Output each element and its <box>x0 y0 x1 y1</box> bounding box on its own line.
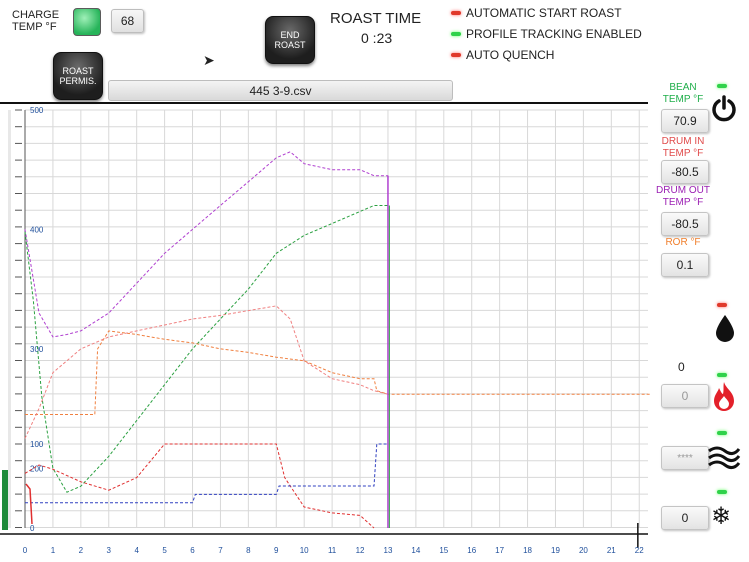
gas-input[interactable]: 0 <box>661 384 709 408</box>
drum-out-temp-label: DRUM OUT TEMP °F <box>656 185 710 208</box>
profile-tracking-label: PROFILE TRACKING ENABLED <box>466 27 642 41</box>
ror-label: ROR °F <box>665 237 701 248</box>
roast-chart: 0123456789101112131415161718192021222324… <box>0 106 650 555</box>
x-tick-label: 7 <box>218 546 223 555</box>
end-roast-button[interactable]: END ROAST <box>265 16 315 64</box>
x-tick-label: 1 <box>51 546 56 555</box>
auto-start-led-icon <box>451 11 461 15</box>
bean-temp-label: BEAN TEMP °F <box>662 82 704 105</box>
fan-led-icon <box>717 431 727 435</box>
x-tick-label: 12 <box>356 546 365 555</box>
air-flow-icon[interactable] <box>707 443 741 476</box>
series-line-0 <box>24 151 388 338</box>
gas-value: 0 <box>678 360 685 374</box>
x-tick-label: 17 <box>495 546 504 555</box>
current-trace <box>25 483 33 525</box>
file-name-field[interactable]: 445 3-9.csv <box>108 80 453 101</box>
profile-tracking-led-icon <box>451 32 461 36</box>
drum-out-temp-value: -80.5 <box>661 212 709 236</box>
x-tick-label: 13 <box>384 546 393 555</box>
x-tick-label: 6 <box>190 546 195 555</box>
x-tick-label: 0 <box>23 546 28 555</box>
x-tick-label: 10 <box>300 546 309 555</box>
quench-input[interactable]: 0 <box>661 506 709 530</box>
x-tick-label: 20 <box>579 546 588 555</box>
series-line-4 <box>24 443 375 529</box>
power-led-icon <box>717 84 727 88</box>
water-led-icon <box>717 303 727 307</box>
x-tick-label: 18 <box>523 546 532 555</box>
quench-led-icon <box>717 490 727 494</box>
fan-input[interactable]: **** <box>661 446 709 470</box>
snowflake-icon[interactable]: ❄ <box>711 505 731 529</box>
mouse-cursor-icon: ➤ <box>203 52 215 68</box>
x-tick-label: 4 <box>134 546 139 555</box>
x-tick-label: 14 <box>411 546 420 555</box>
ror-value: 0.1 <box>661 253 709 277</box>
y-tick-label: 400 <box>30 225 44 234</box>
drum-in-temp-value: -80.5 <box>661 160 709 184</box>
charge-indicator[interactable] <box>73 8 101 36</box>
flame-icon[interactable] <box>710 380 738 417</box>
auto-start-label: AUTOMATIC START ROAST <box>466 6 622 20</box>
roast-permis-button[interactable]: ROAST PERMIS. <box>53 52 103 100</box>
roast-time-value: 0 :23 <box>361 30 393 46</box>
x-tick-label: 15 <box>439 546 448 555</box>
x-tick-label: 8 <box>246 546 251 555</box>
charge-temp-input[interactable]: 68 <box>111 9 144 33</box>
x-tick-label: 22 <box>635 546 644 555</box>
series-line-1 <box>24 205 388 493</box>
y-tick-label: 100 <box>30 440 44 449</box>
x-tick-label: 21 <box>607 546 616 555</box>
auto-quench-label: AUTO QUENCH <box>466 48 555 62</box>
x-tick-label: 19 <box>551 546 560 555</box>
drum-in-temp-label: DRUM IN TEMP °F <box>661 136 705 159</box>
roast-time-label: ROAST TIME <box>330 10 422 27</box>
series-line-3 <box>24 305 389 439</box>
power-icon[interactable] <box>710 94 738 127</box>
gauge-fill <box>2 470 8 530</box>
water-drop-icon[interactable] <box>713 313 737 348</box>
x-tick-label: 2 <box>79 546 84 555</box>
x-tick-label: 3 <box>107 546 112 555</box>
gauge-track <box>8 110 11 528</box>
auto-quench-led-icon <box>451 53 461 57</box>
x-tick-label: 16 <box>467 546 476 555</box>
gas-led-icon <box>717 373 727 377</box>
y-tick-label: 200 <box>30 464 44 473</box>
x-tick-label: 5 <box>162 546 167 555</box>
x-tick-label: 9 <box>274 546 279 555</box>
y-tick-label: 0 <box>30 524 35 533</box>
y-tick-label: 500 <box>30 106 44 115</box>
charge-temp-label: CHARGE TEMP °F <box>12 9 60 33</box>
bean-temp-value: 70.9 <box>661 109 709 133</box>
x-tick-label: 11 <box>328 546 337 555</box>
